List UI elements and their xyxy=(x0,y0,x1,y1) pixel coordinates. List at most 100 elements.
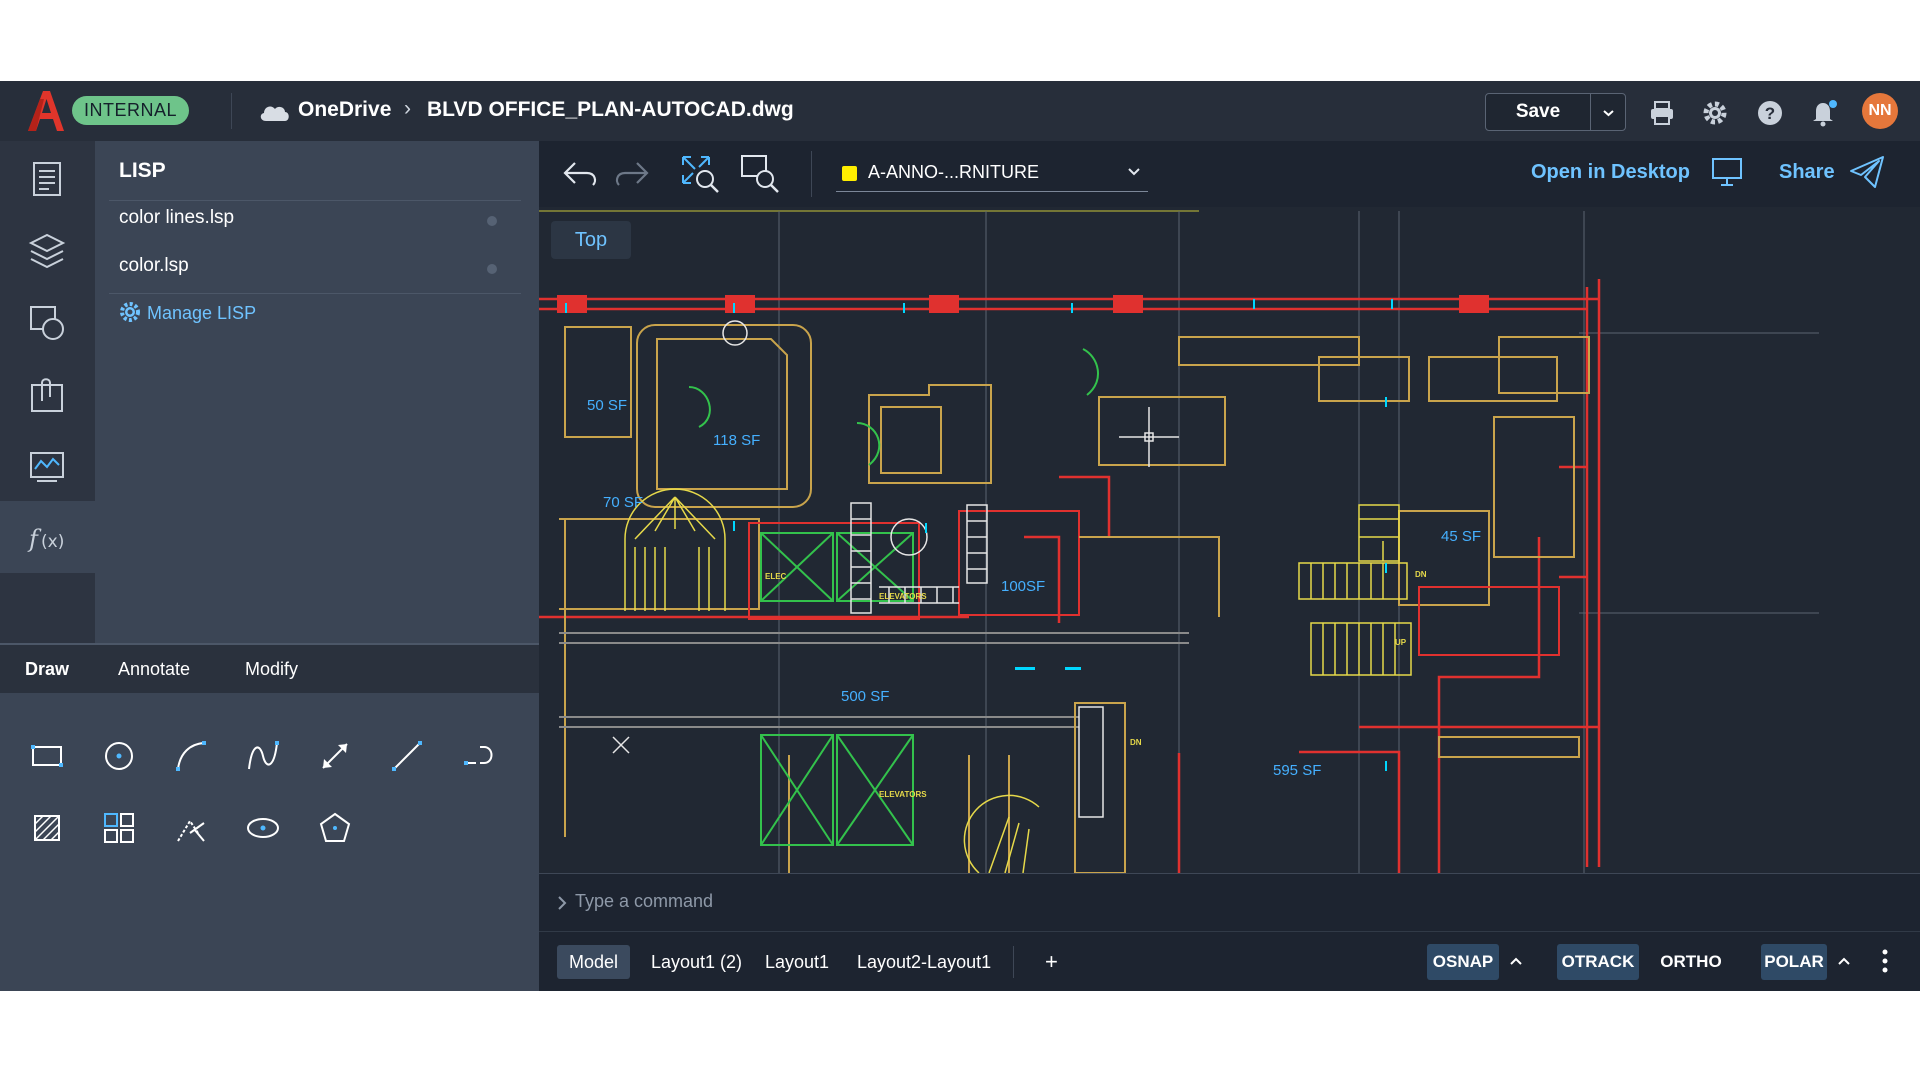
save-button-label: Save xyxy=(1515,101,1561,122)
array-tool-button[interactable] xyxy=(94,803,144,853)
room-label: 118 SF xyxy=(713,432,760,449)
tab-draw[interactable]: Draw xyxy=(25,645,69,693)
layers-button[interactable] xyxy=(0,213,95,285)
tag-label: ELEVATORS xyxy=(879,592,927,601)
tag-label: ELEC xyxy=(765,572,787,581)
tag-label: DN xyxy=(1130,738,1142,747)
notifications-bell-icon[interactable] xyxy=(1810,99,1838,127)
circle-tool-button[interactable] xyxy=(94,731,144,781)
send-paper-plane-icon[interactable] xyxy=(1849,155,1885,189)
lisp-button[interactable]: f (x) xyxy=(0,501,95,573)
tab-modify[interactable]: Modify xyxy=(245,645,298,693)
attach-xref-icon xyxy=(31,378,63,412)
tag-label: ELEVATORS xyxy=(879,790,927,799)
draw-tools-panel xyxy=(0,693,539,991)
file-name: BLVD OFFICE_PLAN-AUTOCAD.dwg xyxy=(427,98,794,121)
chevron-up-icon[interactable] xyxy=(1837,954,1851,968)
layout-tab[interactable]: Layout1 xyxy=(753,945,841,979)
lisp-file-item[interactable]: color lines.lsp xyxy=(119,207,234,229)
otrack-toggle[interactable]: OTRACK xyxy=(1557,944,1639,980)
polar-toggle[interactable]: POLAR xyxy=(1761,944,1827,980)
divider xyxy=(109,293,521,294)
internal-badge: INTERNAL xyxy=(72,96,190,125)
trim-icon xyxy=(177,819,205,842)
tag-label: UP xyxy=(1395,638,1407,647)
layout-tab[interactable]: Layout1 (2) xyxy=(639,945,754,979)
user-avatar[interactable]: NN xyxy=(1862,93,1898,129)
help-icon[interactable]: ? xyxy=(1756,99,1784,127)
gear-icon xyxy=(120,302,140,322)
rectangle-tool-button[interactable] xyxy=(22,731,72,781)
more-options-icon[interactable] xyxy=(1881,948,1889,974)
zoom-extents-icon[interactable] xyxy=(679,153,721,195)
grid-markers xyxy=(565,299,1393,771)
line-tool-button[interactable] xyxy=(382,731,432,781)
layout-tab-model[interactable]: Model xyxy=(557,945,631,979)
chevron-up-icon[interactable] xyxy=(1509,954,1523,968)
columns xyxy=(557,295,1489,313)
polygon-tool-button[interactable] xyxy=(310,803,360,853)
autocad-logo-icon[interactable] xyxy=(26,89,66,133)
canvas-toolbar: A-ANNO-...RNITURE Open in Desktop Share xyxy=(539,141,1920,207)
polyline-tool-button[interactable] xyxy=(454,731,504,781)
rectangle-icon xyxy=(31,745,63,767)
open-in-desktop-button[interactable]: Open in Desktop xyxy=(1531,161,1690,184)
array-icon xyxy=(104,813,134,843)
blocks-button[interactable] xyxy=(0,285,95,357)
spline-tool-button[interactable] xyxy=(238,731,288,781)
arc-tool-button[interactable] xyxy=(166,731,216,781)
redo-icon[interactable] xyxy=(611,155,651,191)
save-button[interactable]: Save xyxy=(1485,93,1626,131)
xref-button[interactable] xyxy=(0,357,95,429)
line-icon xyxy=(392,741,422,771)
tab-annotate[interactable]: Annotate xyxy=(118,645,190,693)
layout-tab[interactable]: Layout2-Layout1 xyxy=(845,945,1003,979)
floor-plan-drawing: 50 SF 118 SF 70 SF 100SF 45 SF 500 SF 59… xyxy=(539,210,1819,873)
lisp-file-item[interactable]: color.lsp xyxy=(119,255,189,277)
stairs xyxy=(624,488,1412,873)
traces-button[interactable] xyxy=(0,429,95,501)
properties-button[interactable] xyxy=(0,141,95,213)
svg-text:?: ? xyxy=(1765,104,1775,123)
hatch-tool-button[interactable] xyxy=(22,803,72,853)
function-fx-icon: f (x) xyxy=(27,525,64,553)
view-cube-label[interactable]: Top xyxy=(551,221,631,259)
settings-gear-icon[interactable] xyxy=(1701,99,1729,127)
tag-labels: ELEVATORS ELEVATORS ELEC DN DN UP xyxy=(765,570,1427,799)
dimension-tool-button[interactable] xyxy=(310,731,360,781)
breadcrumb-chevron-icon: › xyxy=(404,97,411,120)
ortho-toggle[interactable]: ORTHO xyxy=(1657,944,1725,980)
trim-tool-button[interactable] xyxy=(166,803,216,853)
divider xyxy=(109,200,521,201)
tag-label: DN xyxy=(1415,570,1427,579)
print-icon[interactable] xyxy=(1648,99,1676,127)
ellipse-tool-button[interactable] xyxy=(238,803,288,853)
command-input[interactable]: Type a command xyxy=(575,891,713,912)
traces-icon xyxy=(30,452,64,482)
share-button[interactable]: Share xyxy=(1779,161,1835,184)
status-dot-icon xyxy=(487,216,497,226)
svg-text:(x): (x) xyxy=(41,532,64,552)
command-line[interactable]: Type a command xyxy=(539,873,1920,932)
layers-icon xyxy=(28,233,66,269)
osnap-toggle[interactable]: OSNAP xyxy=(1427,944,1499,980)
breadcrumb-location[interactable]: OneDrive xyxy=(298,98,391,122)
chevron-right-icon xyxy=(558,896,567,910)
add-layout-button[interactable]: + xyxy=(1033,945,1070,979)
zoom-window-icon[interactable] xyxy=(739,153,781,195)
undo-icon[interactable] xyxy=(561,155,601,191)
room-label: 50 SF xyxy=(587,397,627,414)
interior-walls xyxy=(559,324,1590,873)
share-label: Share xyxy=(1779,161,1835,183)
chevron-down-icon xyxy=(1603,110,1614,117)
layer-select[interactable]: A-ANNO-...RNITURE xyxy=(836,153,1148,192)
layer-name: A-ANNO-...RNITURE xyxy=(868,162,1039,182)
open-in-desktop-label: Open in Desktop xyxy=(1531,161,1690,183)
manage-lisp-link[interactable]: Manage LISP xyxy=(119,301,256,324)
dimension-icon xyxy=(322,743,348,769)
drawing-canvas[interactable]: 50 SF 118 SF 70 SF 100SF 45 SF 500 SF 59… xyxy=(539,207,1920,873)
room-label: 70 SF xyxy=(603,494,643,511)
save-dropdown-button[interactable] xyxy=(1590,94,1626,130)
manage-lisp-label: Manage LISP xyxy=(147,303,257,323)
desktop-monitor-icon[interactable] xyxy=(1711,157,1743,187)
